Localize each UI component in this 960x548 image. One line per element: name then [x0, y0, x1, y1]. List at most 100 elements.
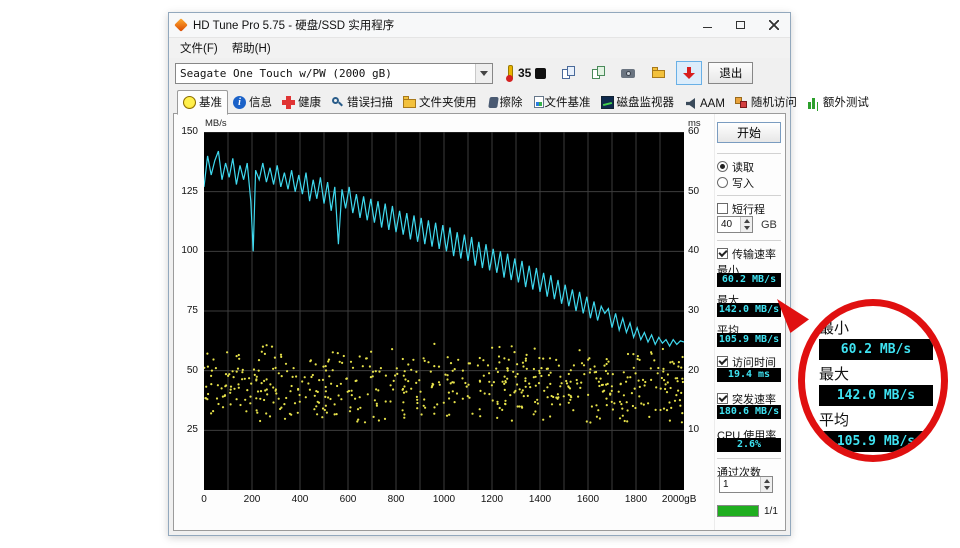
read-radio[interactable]: 读取: [717, 160, 781, 173]
tab-benchmark[interactable]: 基准: [177, 90, 228, 115]
radio-icon: [717, 161, 728, 172]
tab-label: 额外测试: [823, 94, 869, 110]
menubar: 文件(F) 帮助(H): [169, 38, 790, 58]
tab-label: 健康: [298, 94, 321, 110]
window-title: HD Tune Pro 5.75 - 硬盘/SSD 实用程序: [193, 17, 691, 33]
plot-svg: [204, 132, 684, 490]
capture-button[interactable]: [676, 61, 702, 85]
start-button[interactable]: 开始: [717, 122, 781, 143]
zoom-callout: 最小 60.2 MB/s 最大 142.0 MB/s 平均 105.9 MB/s: [798, 299, 948, 462]
transfer-rate-checkbox[interactable]: 传输速率: [717, 247, 781, 260]
tab-erase[interactable]: 擦除: [482, 91, 528, 114]
tab-label: 基准: [199, 94, 222, 110]
checkbox-icon: [717, 203, 728, 214]
y-left-unit: MB/s: [205, 118, 227, 129]
tab-aam[interactable]: AAM: [679, 94, 730, 114]
red-down-arrow-icon: [681, 66, 697, 80]
avg-lcd: 105.9 MB/s: [717, 333, 781, 347]
callout-max-label: 最大: [819, 363, 935, 384]
magnifier-icon: [331, 96, 344, 109]
pass-count-stepper[interactable]: 1: [719, 476, 773, 493]
y-axis-left: 255075100125150: [174, 132, 201, 490]
thermometer-icon: [505, 65, 514, 82]
maximize-icon: [736, 21, 745, 29]
callout-avg-label: 平均: [819, 409, 935, 430]
chevron-down-icon[interactable]: [761, 485, 772, 493]
burst-rate-checkbox[interactable]: 突发速率: [717, 392, 781, 405]
progress-row: 1/1: [717, 505, 781, 517]
short-stroke-unit: GB: [761, 219, 777, 231]
tab-label: AAM: [700, 98, 725, 110]
close-button[interactable]: [757, 13, 790, 37]
minimize-icon: [703, 27, 712, 28]
tab-disk-monitor[interactable]: 磁盘监视器: [596, 91, 680, 114]
separator: [717, 240, 781, 241]
lightbulb-icon: [183, 96, 196, 109]
random-access-icon: [735, 96, 748, 109]
stepper-arrows[interactable]: [760, 477, 772, 492]
access-time-checkbox[interactable]: 访问时间: [717, 355, 781, 368]
short-stroke-checkbox[interactable]: 短行程: [717, 202, 781, 215]
info-icon: [233, 96, 246, 109]
save-button[interactable]: [646, 61, 672, 85]
tab-label: 文件基准: [545, 94, 591, 110]
copy-image-button[interactable]: [586, 61, 612, 85]
maximize-button[interactable]: [724, 13, 757, 37]
tab-info[interactable]: 信息: [228, 91, 277, 114]
save-icon: [651, 66, 667, 80]
tabstrip: 基准 信息 健康 错误扫描 文件夹使用 擦除 文件基准 磁盘监视器 AAM 随机…: [169, 88, 790, 114]
tab-file-benchmark[interactable]: 文件基准: [528, 91, 596, 114]
minimize-button[interactable]: [691, 13, 724, 37]
separator: [717, 458, 781, 459]
chevron-up-icon[interactable]: [761, 477, 772, 485]
access-time-lcd: 19.4 ms: [717, 368, 781, 382]
menu-help[interactable]: 帮助(H): [225, 38, 278, 58]
tab-random-access[interactable]: 随机访问: [730, 91, 802, 114]
write-radio[interactable]: 写入: [717, 176, 781, 189]
dropdown-arrow-icon: [475, 64, 492, 83]
y-axis-right: 102030405060: [686, 132, 712, 490]
tab-label: 文件夹使用: [419, 94, 477, 110]
read-label: 读取: [732, 159, 754, 175]
benchmark-page: MB/s ms 255075100125150 102030405060 020…: [173, 113, 786, 531]
short-stroke-stepper[interactable]: 40: [717, 216, 753, 233]
temperature-value: 35: [518, 66, 531, 80]
separator: [717, 195, 781, 196]
chevron-up-icon[interactable]: [741, 217, 752, 225]
tab-label: 错误扫描: [347, 94, 393, 110]
exit-button[interactable]: 退出: [708, 62, 753, 84]
burst-rate-lcd: 180.6 MB/s: [717, 405, 781, 419]
tab-error-scan[interactable]: 错误扫描: [326, 91, 398, 114]
copy-image-icon: [591, 66, 607, 80]
screenshot-button[interactable]: [616, 61, 642, 85]
callout-min-label: 最小: [819, 317, 935, 338]
benchmark-chart: [204, 132, 684, 490]
app-icon: [174, 18, 188, 32]
menu-file[interactable]: 文件(F): [173, 38, 225, 58]
pass-count-value: 1: [723, 479, 729, 490]
checkbox-icon: [717, 393, 728, 404]
drive-select-value: Seagate One Touch w/PW (2000 gB): [176, 67, 475, 80]
close-icon: [769, 20, 779, 30]
chevron-down-icon[interactable]: [741, 225, 752, 233]
speaker-icon: [684, 97, 697, 110]
progress-fill: [718, 506, 758, 516]
cpu-usage-lcd: 2.6%: [717, 438, 781, 452]
write-label: 写入: [732, 175, 754, 191]
tab-health[interactable]: 健康: [277, 91, 326, 114]
progress-text: 1/1: [764, 506, 778, 517]
window-controls: [691, 13, 790, 37]
eraser-icon: [488, 97, 499, 108]
checkbox-icon: [717, 248, 728, 259]
titlebar: HD Tune Pro 5.75 - 硬盘/SSD 实用程序: [169, 13, 790, 38]
copy-text-button[interactable]: [556, 61, 582, 85]
tab-extra-tests[interactable]: 额外测试: [802, 91, 874, 114]
tab-folder-usage[interactable]: 文件夹使用: [398, 91, 482, 114]
extra-tests-icon: [807, 96, 820, 109]
drive-select[interactable]: Seagate One Touch w/PW (2000 gB): [175, 63, 493, 84]
disk-monitor-icon: [601, 96, 614, 109]
radio-icon: [717, 177, 728, 188]
copy-icon: [561, 66, 577, 80]
stepper-arrows[interactable]: [740, 217, 752, 232]
progress-bar: [717, 505, 759, 517]
